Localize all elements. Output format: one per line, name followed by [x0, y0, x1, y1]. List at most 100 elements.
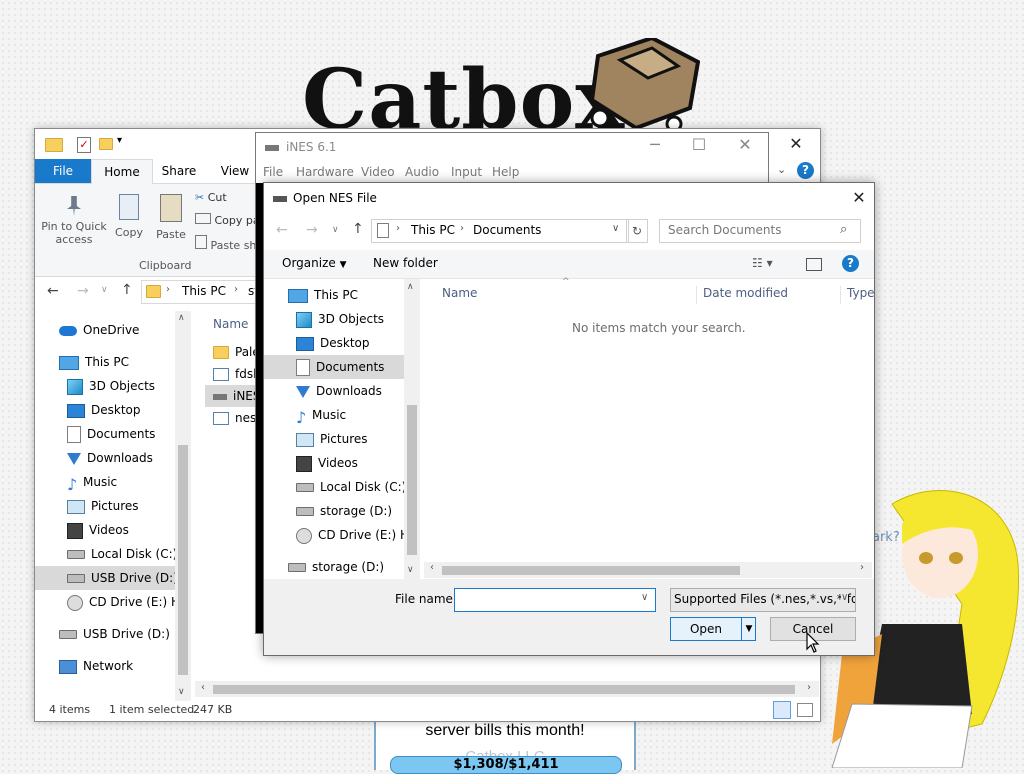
scroll-down-icon[interactable]: ∨: [407, 565, 414, 575]
up-arrow-icon[interactable]: ↑: [121, 282, 133, 298]
search-icon[interactable]: ⌕: [840, 222, 847, 237]
details-view-icon[interactable]: [773, 701, 791, 719]
sidebar-item-local-disk-c[interactable]: Local Disk (C:): [35, 542, 177, 566]
recent-dropdown-icon[interactable]: ∨: [101, 285, 108, 295]
scrollbar-thumb[interactable]: [407, 405, 417, 555]
menu-item-hardware[interactable]: Hardware: [296, 165, 354, 179]
close-icon[interactable]: ✕: [781, 134, 811, 153]
scrollbar-thumb[interactable]: [442, 566, 740, 575]
recent-dropdown-icon[interactable]: ∨: [332, 225, 339, 235]
sidebar-item-3d-objects[interactable]: 3D Objects: [35, 374, 175, 398]
sidebar-item-desktop[interactable]: Desktop: [264, 331, 404, 355]
sidebar-item-onedrive[interactable]: OneDrive: [35, 318, 175, 342]
back-arrow-icon[interactable]: ←: [47, 283, 59, 299]
paste-button[interactable]: Paste: [153, 190, 189, 246]
open-button[interactable]: Open ▼: [670, 617, 756, 641]
maximize-icon[interactable]: ☐: [684, 135, 714, 154]
column-header-type[interactable]: Type: [840, 286, 880, 304]
quick-access-dropdown-icon[interactable]: ▾: [117, 135, 122, 146]
sidebar-item-this-pc[interactable]: This PC: [35, 350, 175, 374]
sidebar-item-videos[interactable]: Videos: [35, 518, 175, 542]
column-header-date-modified[interactable]: Date modified: [696, 286, 843, 304]
menu-item-input[interactable]: Input: [451, 165, 482, 179]
sidebar-item-documents[interactable]: Documents: [35, 422, 175, 446]
menu-item-file[interactable]: File: [263, 165, 283, 179]
column-header-name[interactable]: Name: [442, 286, 477, 300]
help-icon[interactable]: ?: [797, 162, 814, 179]
help-icon[interactable]: ?: [842, 255, 859, 272]
sidebar-item-usb-drive-d[interactable]: USB Drive (D:): [35, 566, 178, 590]
sidebar-item-downloads[interactable]: Downloads: [264, 379, 404, 403]
tab-home[interactable]: Home: [91, 159, 153, 184]
close-icon[interactable]: ✕: [730, 135, 760, 154]
menu-item-video[interactable]: Video: [361, 165, 395, 179]
sidebar-item-usb-drive-d[interactable]: USB Drive (D:): [35, 622, 175, 646]
ribbon-expand-icon[interactable]: ⌄: [777, 163, 786, 176]
view-options-icon[interactable]: ☷ ▾: [752, 256, 773, 270]
dialog-nav-scrollbar[interactable]: ∧ ∨: [404, 279, 420, 579]
up-arrow-icon[interactable]: ↑: [352, 221, 364, 237]
address-bar[interactable]: › This PC › st: [141, 280, 263, 304]
sidebar-item-cd-drive-e-hb[interactable]: CD Drive (E:) HB: [35, 590, 188, 614]
scroll-up-icon[interactable]: ∧: [178, 313, 185, 323]
back-arrow-icon[interactable]: ←: [276, 222, 288, 238]
cut-button[interactable]: ✂ Cut: [195, 191, 227, 207]
minimize-icon[interactable]: ─: [640, 135, 670, 154]
scroll-down-icon[interactable]: ∨: [178, 687, 185, 697]
tab-share[interactable]: Share: [155, 159, 203, 183]
file-name-input[interactable]: ∨: [454, 588, 656, 612]
search-input[interactable]: Search Documents ⌕: [659, 219, 861, 243]
sidebar-item-videos[interactable]: Videos: [264, 451, 404, 475]
file-list-hscrollbar[interactable]: ‹ ›: [424, 562, 872, 578]
preview-pane-icon[interactable]: [806, 258, 822, 271]
dialog-address-bar[interactable]: › This PC › Documents ∨: [371, 219, 629, 243]
column-header-name[interactable]: Name: [213, 317, 248, 331]
forward-arrow-icon[interactable]: →: [77, 283, 89, 299]
scrollbar-thumb[interactable]: [178, 445, 188, 675]
nav-pane-scrollbar[interactable]: ∧ ∨: [175, 311, 191, 701]
properties-icon[interactable]: ✓: [77, 137, 91, 153]
file-list-hscrollbar[interactable]: ‹ ›: [195, 681, 819, 697]
sidebar-item-desktop[interactable]: Desktop: [35, 398, 175, 422]
refresh-button[interactable]: ↻: [626, 219, 648, 243]
close-icon[interactable]: ✕: [844, 188, 874, 207]
address-segment-documents[interactable]: Documents: [473, 223, 541, 237]
sidebar-item-documents[interactable]: Documents: [264, 355, 404, 379]
paste-shortcut-button[interactable]: Paste sh: [195, 235, 256, 252]
scroll-right-icon[interactable]: ›: [807, 682, 811, 693]
address-segment-this-pc[interactable]: This PC: [182, 284, 226, 298]
sidebar-item-pictures[interactable]: Pictures: [35, 494, 175, 518]
sidebar-item-this-pc[interactable]: This PC: [264, 283, 404, 307]
new-folder-icon[interactable]: [99, 138, 113, 150]
sidebar-item-storage-d[interactable]: storage (D:): [264, 499, 404, 523]
sidebar-item-network[interactable]: Network: [35, 654, 175, 678]
scrollbar-thumb[interactable]: [213, 685, 795, 694]
scroll-right-icon[interactable]: ›: [860, 562, 864, 573]
copy-path-button[interactable]: Copy pa: [195, 213, 260, 229]
scroll-left-icon[interactable]: ‹: [201, 682, 205, 693]
open-dropdown-icon[interactable]: ▼: [741, 618, 756, 640]
file-type-select[interactable]: Supported Files (*.nes,*.vs,*.fds, ∨: [670, 588, 856, 612]
menu-item-help[interactable]: Help: [492, 165, 519, 179]
forward-arrow-icon[interactable]: →: [306, 222, 318, 238]
address-segment-this-pc[interactable]: This PC: [411, 223, 455, 237]
chevron-down-icon[interactable]: ∨: [641, 592, 648, 603]
sidebar-item-music[interactable]: Music: [35, 470, 175, 497]
sidebar-item-music[interactable]: Music: [264, 403, 404, 430]
pin-to-quick-access-button[interactable]: Pin to Quick access: [41, 190, 107, 256]
scroll-left-icon[interactable]: ‹: [430, 562, 434, 573]
large-icons-view-icon[interactable]: [797, 703, 813, 717]
sidebar-item-downloads[interactable]: Downloads: [35, 446, 175, 470]
tab-view[interactable]: View: [213, 159, 257, 183]
sidebar-item-local-disk-c[interactable]: Local Disk (C:): [264, 475, 404, 499]
menu-item-audio[interactable]: Audio: [405, 165, 439, 179]
chevron-down-icon[interactable]: ∨: [612, 223, 619, 234]
sidebar-item-pictures[interactable]: Pictures: [264, 427, 404, 451]
copy-button[interactable]: Copy: [111, 190, 147, 246]
sidebar-item-3d-objects[interactable]: 3D Objects: [264, 307, 404, 331]
scroll-up-icon[interactable]: ∧: [407, 282, 414, 292]
sidebar-item-storage-d[interactable]: storage (D:): [264, 555, 404, 579]
tab-file[interactable]: File: [35, 159, 91, 183]
sidebar-item-cd-drive-e-hb[interactable]: CD Drive (E:) HB: [264, 523, 404, 547]
chevron-down-icon[interactable]: ∨: [841, 592, 849, 603]
